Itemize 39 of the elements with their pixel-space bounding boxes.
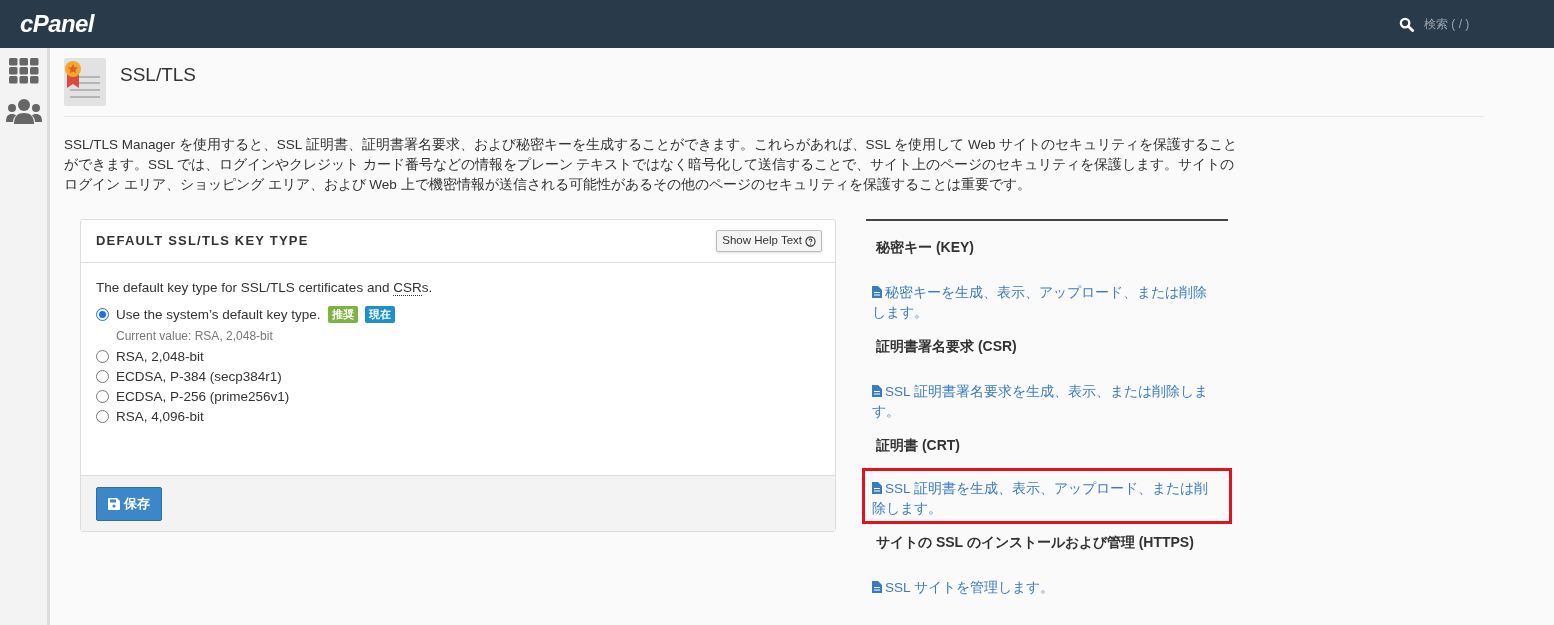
page-title: SSL/TLS — [120, 63, 197, 87]
option-label: Use the system’s default key type. — [116, 305, 321, 324]
section-link[interactable]: SSL 証明書を生成、表示、アップロード、または削除します。 — [872, 479, 1222, 519]
save-icon — [108, 497, 120, 510]
status-badge: 推奨 — [327, 306, 358, 324]
document-icon — [872, 581, 882, 593]
status-badge: 現在 — [364, 306, 395, 324]
option-label: RSA, 4,096-bit — [116, 407, 204, 426]
logo[interactable]: cPanel — [20, 6, 94, 42]
radio-button[interactable] — [96, 390, 109, 404]
section-heading: 証明書 (CRT) — [875, 437, 961, 454]
help-text-button[interactable]: Show Help Text — [716, 230, 822, 252]
option-label: RSA, 2,048-bit — [116, 347, 204, 366]
radio-button[interactable] — [96, 308, 109, 322]
option-label: ECDSA, P-256 (prime256v1) — [116, 387, 290, 406]
option-label: ECDSA, P-384 (secp384r1) — [116, 367, 282, 386]
certificate-icon — [64, 58, 106, 106]
document-icon — [872, 482, 882, 494]
help-icon — [805, 235, 816, 247]
section-link[interactable]: SSL 証明書署名要求を生成、表示、または削除します。 — [872, 382, 1222, 422]
users-icon[interactable] — [5, 98, 42, 124]
search-icon — [1399, 16, 1414, 32]
radio-button[interactable] — [96, 410, 109, 424]
section-link[interactable]: SSL サイトを管理します。 — [872, 578, 1222, 598]
radio-button[interactable] — [96, 350, 109, 364]
current-value-note: Current value: RSA, 2,048-bit — [116, 328, 274, 346]
key-type-intro: The default key type for SSL/TLS certificates and CSRs. — [96, 279, 434, 298]
page-description: SSL/TLS Manager を使用すると、SSL 証明書、証明書署名要求、および秘密キーを生成することができます。これらがあれば、SSL を使用して Web サイトのセキュリティを保護することができます。SSL では、ログインやクレジット カード番号などの情報をプレーン テキストではなく暗号化して送信することで、サイト上のページのセキュリティを保護します。サイトのログイン エリア、ショッピング エリア、および Web 上で機密情報が送信される可能性があるその他のページのセキュリティを保護することは重要です。 — [64, 136, 1239, 194]
panel-title: DEFAULT SSL/TLS KEY TYPE — [96, 232, 309, 251]
search-field[interactable]: 検索 ( / ) — [1424, 15, 1504, 33]
section-heading: サイトの SSL のインストールおよび管理 (HTTPS) — [875, 534, 1195, 551]
section-link[interactable]: 秘密キーを生成、表示、アップロード、または削除します。 — [872, 283, 1222, 323]
grid-icon[interactable] — [8, 58, 39, 84]
document-icon — [872, 385, 882, 397]
save-button[interactable]: 保存 — [96, 486, 162, 521]
radio-button[interactable] — [96, 370, 109, 384]
section-heading: 証明書署名要求 (CSR) — [875, 338, 1018, 355]
document-icon — [872, 286, 882, 298]
section-heading: 秘密キー (KEY) — [874, 239, 975, 256]
